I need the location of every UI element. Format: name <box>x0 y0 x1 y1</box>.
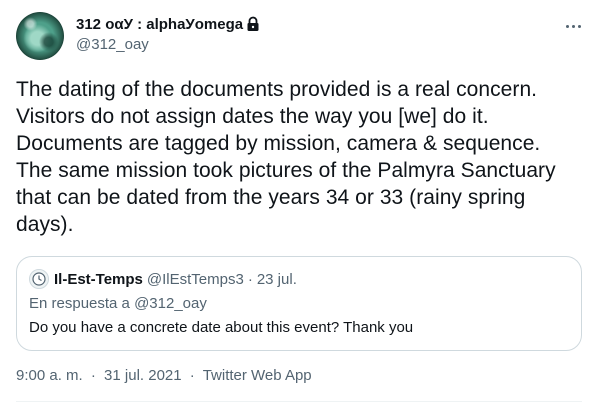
divider <box>16 401 582 402</box>
dot <box>577 24 581 28</box>
tweet-time[interactable]: 9:00 a. m. <box>16 367 83 384</box>
tweet-card: 312 οαУ : alphaУomega @312_oay The datin… <box>0 0 598 403</box>
author-avatar[interactable] <box>16 12 64 60</box>
reply-label: En respuesta a <box>29 295 130 312</box>
quoted-date[interactable]: 23 jul. <box>257 271 297 288</box>
author-handle[interactable]: @312_oay <box>76 36 260 53</box>
quoted-tweet-header: Il-Est-Temps @IlEstTemps3 · 23 jul. <box>29 269 297 289</box>
quoted-author-avatar <box>29 269 49 289</box>
tweet-text: The dating of the documents provided is … <box>16 78 556 236</box>
author-info: 312 οαУ : alphaУomega @312_oay <box>76 14 260 53</box>
author-display-name[interactable]: 312 οαУ : alphaУomega <box>76 16 243 33</box>
author-name-row: 312 οαУ : alphaУomega <box>76 14 260 34</box>
dot <box>571 24 575 28</box>
more-horizontal-icon[interactable] <box>562 16 584 36</box>
reply-to-handle[interactable]: @312_oay <box>134 295 207 312</box>
quoted-reply-context: En respuesta a @312_oay <box>29 295 207 312</box>
quoted-author-name[interactable]: Il-Est-Temps <box>54 271 143 288</box>
tweet-source: Twitter Web App <box>202 367 312 384</box>
clock-avatar-icon <box>32 272 46 286</box>
tweet-date[interactable]: 31 jul. 2021 <box>104 367 182 384</box>
lock-icon <box>246 16 260 32</box>
quoted-tweet-text: Do you have a concrete date about this e… <box>29 319 414 336</box>
meta-separator: · <box>189 367 195 384</box>
quoted-separator: · <box>247 270 253 288</box>
quoted-author-handle[interactable]: @IlEstTemps3 <box>147 271 244 288</box>
quoted-tweet[interactable]: Il-Est-Temps @IlEstTemps3 · 23 jul. En r… <box>16 256 582 351</box>
meta-separator: · <box>90 367 96 384</box>
tweet-meta: 9:00 a. m. · 31 jul. 2021 · Twitter Web … <box>16 367 312 384</box>
dot <box>565 24 569 28</box>
